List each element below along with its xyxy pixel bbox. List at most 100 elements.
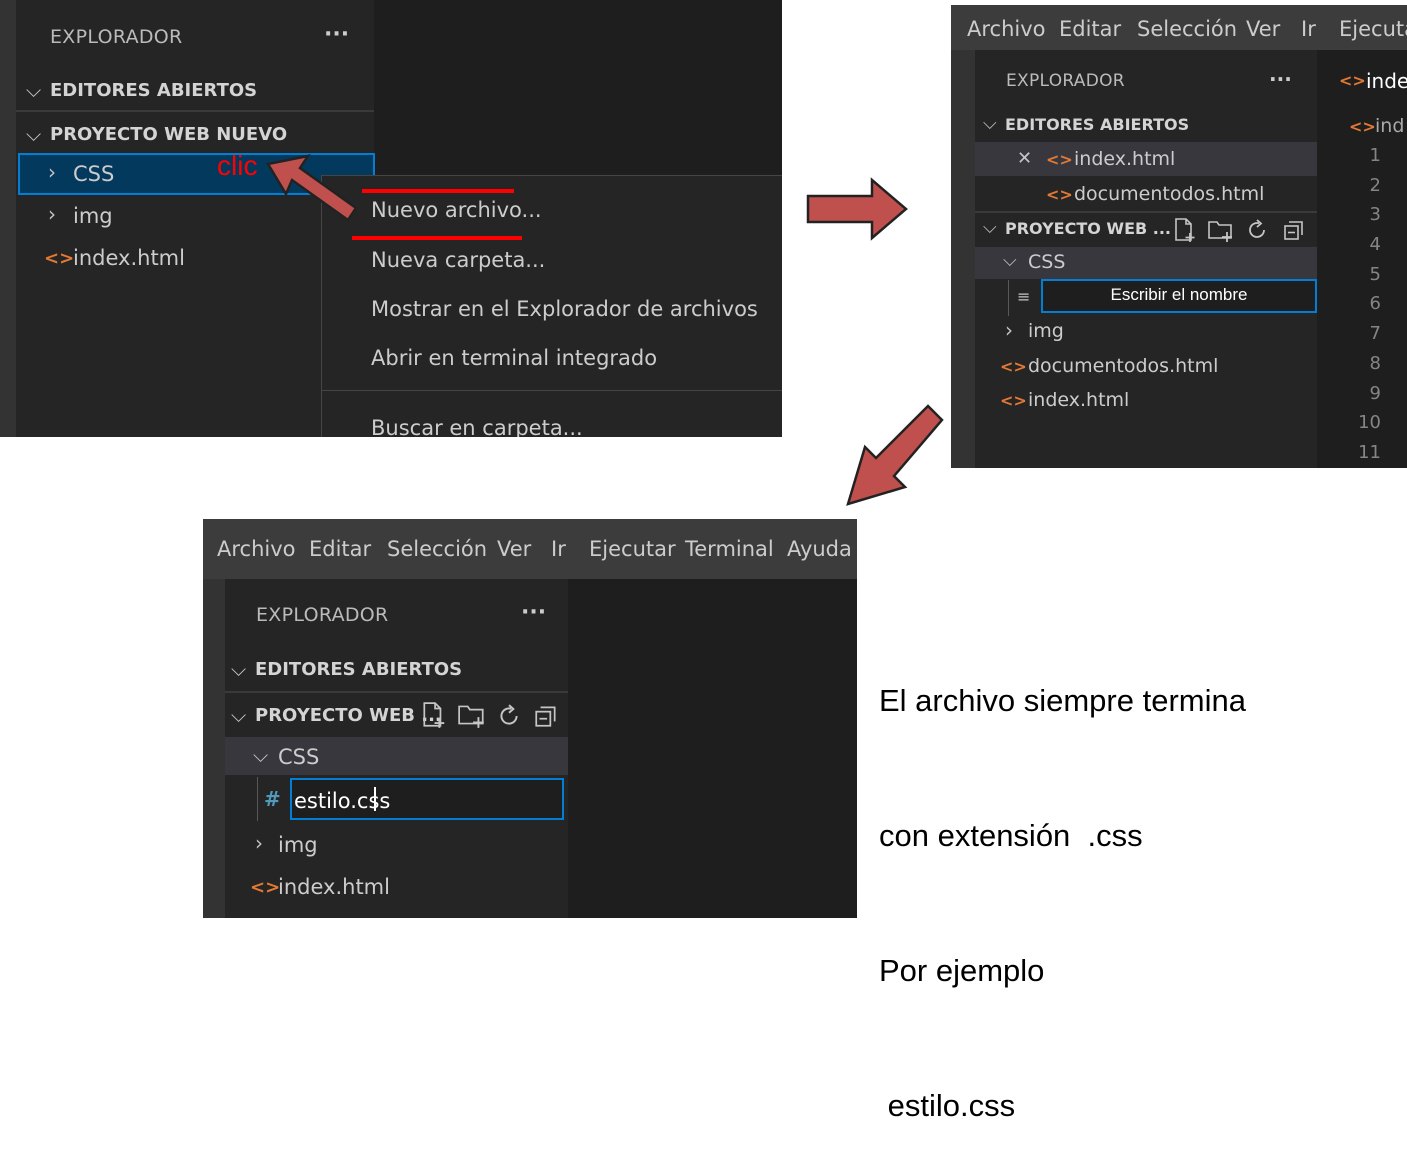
menu-archivo[interactable]: Archivo: [217, 537, 296, 561]
tree-item-index-html[interactable]: index.html: [1028, 389, 1129, 411]
css-file-icon: #: [264, 787, 281, 811]
chevron-down-icon[interactable]: ⌵: [26, 122, 41, 146]
menu-seleccion[interactable]: Selección: [387, 537, 487, 561]
tree-item-img[interactable]: img: [278, 833, 318, 857]
explorer-title: EXPLORADOR: [50, 26, 183, 48]
chevron-down-icon[interactable]: ⌵: [983, 113, 997, 134]
indent-guide: [1008, 280, 1009, 316]
caption-line: con extensión .css: [879, 818, 1143, 853]
tree-item-documentodos-html[interactable]: documentodos.html: [1028, 355, 1218, 377]
chevron-right-icon: ›: [48, 202, 56, 226]
chevron-down-icon[interactable]: ⌵: [983, 217, 997, 238]
new-folder-icon[interactable]: [1207, 217, 1235, 243]
collapse-all-icon[interactable]: [533, 703, 559, 729]
html-file-icon: <>: [250, 877, 281, 898]
screenshot-panel-context-menu: EXPLORADOR ··· ⌵ EDITORES ABIERTOS ⌵ PRO…: [0, 0, 782, 437]
section-project[interactable]: PROYECTO WEB ...: [1005, 219, 1171, 238]
menu-ejecutar[interactable]: Ejecutar: [589, 537, 676, 561]
section-divider: [225, 691, 568, 693]
line-number: 6: [1369, 293, 1381, 315]
text-cursor: [374, 787, 376, 811]
tree-item-img[interactable]: img: [73, 204, 113, 228]
new-file-name-input[interactable]: Escribir el nombre: [1041, 279, 1317, 313]
chevron-down-icon[interactable]: ⌵: [231, 703, 246, 727]
tree-item-img[interactable]: img: [1028, 320, 1064, 342]
new-file-icon[interactable]: [421, 701, 447, 729]
chevron-down-icon[interactable]: ⌵: [231, 657, 246, 681]
caption-line: Por ejemplo: [879, 953, 1045, 988]
annotation-underline-top: [362, 189, 514, 193]
screenshot-panel-file-named: Archivo Editar Selección Ver Ir Ejecutar…: [203, 519, 857, 918]
new-folder-icon[interactable]: [457, 701, 487, 729]
html-file-icon: <>: [1000, 357, 1027, 376]
menu-ir[interactable]: Ir: [551, 537, 566, 561]
close-icon[interactable]: ✕: [1017, 148, 1032, 169]
menu-item-new-file[interactable]: Nuevo archivo...: [371, 198, 542, 222]
caption-line: El archivo siempre termina: [879, 683, 1246, 718]
tree-item-index-html[interactable]: index.html: [278, 875, 390, 899]
tree-item-index-html[interactable]: index.html: [73, 246, 185, 270]
line-number: 4: [1369, 234, 1381, 256]
section-divider: [975, 211, 1317, 213]
new-file-name-value: estilo.css: [294, 789, 391, 813]
annotation-arrow-down-left: [846, 404, 944, 506]
tree-item-css: CSS: [1028, 251, 1066, 273]
menu-separator: [321, 390, 782, 391]
menu-editar[interactable]: Editar: [309, 537, 371, 561]
screenshot-panel-new-file-input: Archivo Editar Selección Ver Ir Ejecutar…: [951, 5, 1407, 468]
tree-item-label: CSS: [73, 162, 115, 186]
menu-editar[interactable]: Editar: [1059, 17, 1121, 41]
section-project[interactable]: PROYECTO WEB NUEVO: [50, 124, 287, 145]
line-number: 5: [1369, 263, 1381, 285]
line-number: 9: [1369, 382, 1381, 404]
breadcrumb[interactable]: ind: [1375, 115, 1404, 137]
section-open-editors[interactable]: EDITORES ABIERTOS: [255, 659, 462, 680]
line-number: 11: [1358, 441, 1381, 463]
activity-bar: [951, 50, 975, 468]
menu-seleccion[interactable]: Selección: [1137, 17, 1237, 41]
html-file-icon: <>: [1000, 391, 1027, 410]
line-number: 2: [1369, 174, 1381, 196]
menu-item-open-terminal[interactable]: Abrir en terminal integrado: [371, 346, 657, 370]
more-actions-icon[interactable]: ···: [324, 22, 349, 47]
editor-tab-label[interactable]: inde: [1366, 69, 1407, 93]
chevron-down-icon[interactable]: ⌵: [26, 78, 41, 102]
generic-file-icon: ≡: [1017, 287, 1031, 306]
more-actions-icon[interactable]: ···: [1269, 67, 1292, 91]
menu-ir[interactable]: Ir: [1301, 17, 1316, 41]
tree-item-css-folder-selected[interactable]: [225, 737, 568, 775]
html-file-icon: <>: [1046, 185, 1073, 204]
collapse-all-icon[interactable]: [1282, 218, 1306, 242]
tree-item-css-folder-selected[interactable]: [975, 247, 1317, 279]
menu-ver[interactable]: Ver: [1246, 17, 1280, 41]
menu-item-search-in-folder[interactable]: Buscar en carpeta...: [371, 416, 583, 437]
menu-archivo[interactable]: Archivo: [967, 17, 1046, 41]
menu-item-new-folder[interactable]: Nueva carpeta...: [371, 248, 545, 272]
chevron-right-icon: ›: [48, 160, 56, 184]
menu-item-reveal-in-explorer[interactable]: Mostrar en el Explorador de archivos: [371, 297, 758, 321]
section-divider: [16, 110, 374, 112]
more-actions-icon[interactable]: ···: [521, 600, 546, 625]
new-file-icon[interactable]: [1173, 217, 1197, 243]
refresh-icon[interactable]: [1245, 218, 1269, 242]
caption: El archivo siempre termina con extensión…: [879, 588, 1246, 1173]
annotation-arrow-right: [806, 177, 908, 241]
annotation-underline-bottom: [352, 236, 522, 240]
menu-ayuda[interactable]: Ayuda: [787, 537, 852, 561]
chevron-down-icon: ⌵: [1003, 250, 1017, 271]
section-open-editors[interactable]: EDITORES ABIERTOS: [50, 80, 257, 101]
open-editor-index-html[interactable]: index.html: [1074, 148, 1175, 170]
section-open-editors[interactable]: EDITORES ABIERTOS: [1005, 115, 1189, 134]
annotation-arrow-to-folder: [266, 154, 358, 222]
line-number: 1: [1369, 145, 1381, 166]
explorer-title: EXPLORADOR: [1006, 71, 1125, 91]
refresh-icon[interactable]: [496, 703, 522, 729]
html-file-icon: <>: [1339, 71, 1366, 90]
menu-ver[interactable]: Ver: [497, 537, 531, 561]
caption-line: estilo.css: [879, 1088, 1016, 1123]
section-project[interactable]: PROYECTO WEB ...: [255, 705, 442, 726]
explorer-title: EXPLORADOR: [256, 604, 389, 626]
open-editor-documentodos-html[interactable]: documentodos.html: [1074, 183, 1264, 205]
menu-terminal[interactable]: Terminal: [685, 537, 774, 561]
menu-ejecutar[interactable]: Ejecutar: [1339, 17, 1407, 41]
